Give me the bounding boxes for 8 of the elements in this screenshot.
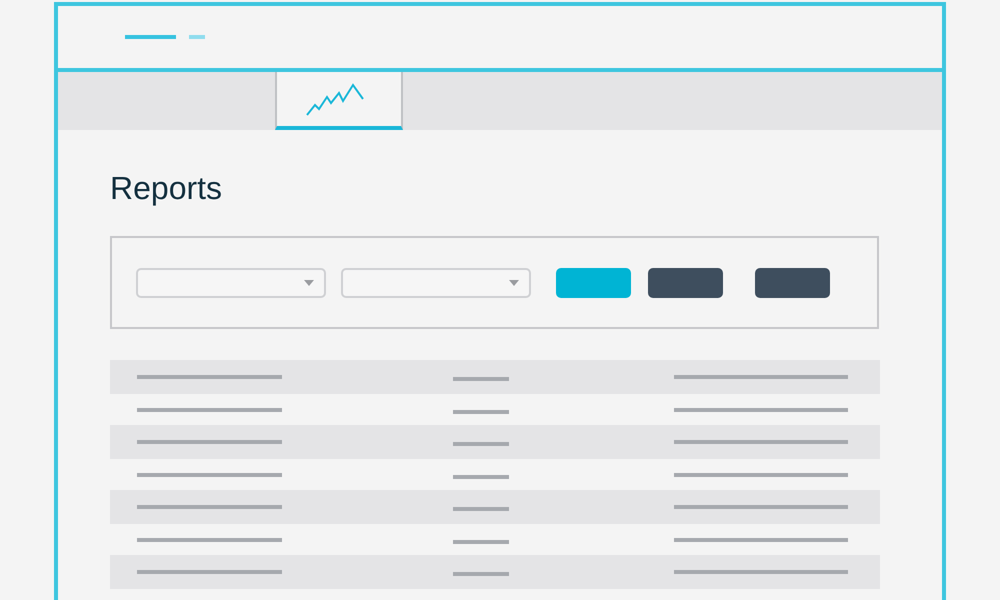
button[interactable] [754,268,830,298]
caret-icon [508,280,519,286]
page-title: Reports [110,169,224,208]
tab[interactable] [275,72,403,130]
dropdown-field[interactable] [136,268,326,298]
dropdown-field[interactable] [340,268,531,298]
button[interactable] [648,268,723,298]
caret-icon [304,280,314,286]
